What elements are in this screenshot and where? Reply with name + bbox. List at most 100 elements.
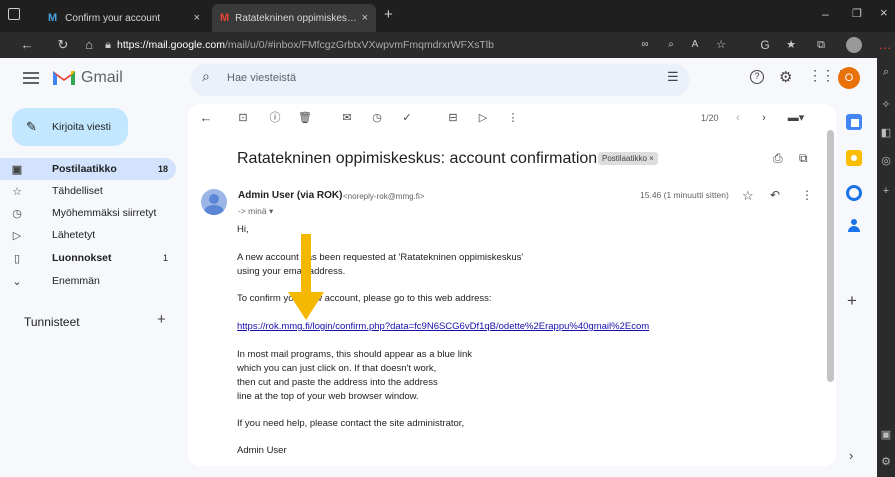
extensions-icon[interactable]: G [756, 35, 774, 55]
sidebar-item-label: Luonnokset [52, 252, 112, 264]
inbox-icon: ▣ [11, 163, 23, 176]
url-path: /mail/u/0/#inbox/FMfcgzGrbtxVXwpvmFmqmdr… [224, 39, 494, 51]
sidebar-item-snoozed[interactable]: ◷ Myöhemmäksi siirretyt [0, 202, 176, 224]
browser-tab-bar: M Confirm your account × M Ratatekninen … [0, 0, 895, 32]
star-email-icon[interactable]: ☆ [742, 188, 754, 204]
print-icon[interactable]: ⎙ [773, 151, 783, 166]
greeting: Hi, [237, 224, 249, 235]
edge-settings-icon[interactable]: ⚙ [877, 455, 895, 468]
tab-close-icon[interactable]: × [362, 12, 368, 24]
snooze-icon[interactable]: ◷ [370, 111, 384, 125]
sidebar-item-label: Myöhemmäksi siirretyt [52, 207, 157, 219]
confirmation-link[interactable]: https://rok.mmg.fi/login/confirm.php?dat… [237, 321, 649, 332]
reply-icon[interactable]: ↶ [770, 188, 780, 202]
contacts-icon[interactable] [848, 219, 860, 233]
edge-office-icon[interactable]: ◧ [877, 126, 895, 139]
tracking-icon[interactable]: ∞ [636, 35, 654, 55]
sidebar-item-sent[interactable]: ▷ Lähetetyt [0, 224, 176, 246]
label-icon[interactable]: ▷ [476, 111, 490, 125]
url-field[interactable]: https://mail.google.com/mail/u/0/#inbox/… [117, 36, 637, 54]
search-options-icon[interactable]: ☰ [667, 69, 679, 85]
add-task-icon[interactable]: ✓ [400, 111, 414, 125]
gmail-brand: Gmail [81, 69, 123, 86]
support-icon[interactable]: ? [750, 70, 764, 84]
sidebar-item-inbox[interactable]: ▣ Postilaatikko 18 [0, 158, 176, 180]
pager-text: 1/20 [701, 113, 719, 123]
recipient-line[interactable]: -> minä ▾ [238, 206, 273, 217]
send-icon: ▷ [12, 229, 22, 242]
edge-tools-icon[interactable]: ✧ [877, 98, 895, 111]
reload-icon[interactable]: ↻ [54, 35, 72, 55]
sidebar-item-more[interactable]: ⌄ Enemmän [0, 270, 176, 292]
get-addons-icon[interactable]: + [847, 291, 857, 311]
edge-outlook-icon[interactable]: ◎ [877, 154, 895, 167]
report-spam-icon[interactable]: ⓘ [268, 111, 282, 125]
input-tools-icon[interactable]: ▬▾ [786, 111, 806, 125]
account-avatar[interactable]: O [838, 67, 860, 89]
body-line: To confirm your new account, please go t… [237, 293, 492, 304]
archive-icon[interactable]: ⊡ [236, 111, 250, 125]
sidebar-item-label: Postilaatikko [52, 163, 117, 175]
more-actions-icon[interactable]: ⋮ [506, 111, 520, 125]
tab-title: Confirm your account [65, 12, 161, 24]
lock-icon[interactable]: 🔒︎ [99, 35, 117, 55]
minimize-button[interactable]: – [822, 7, 829, 21]
calendar-icon[interactable] [846, 114, 862, 130]
delete-icon[interactable]: 🗑︎ [298, 111, 312, 125]
search-icon[interactable]: ⌕ [202, 68, 210, 85]
draft-count: 1 [162, 253, 168, 263]
more-options-icon[interactable]: ⋮ [801, 188, 813, 202]
home-icon[interactable]: ⌂ [80, 35, 98, 55]
favorite-star-icon[interactable]: ☆ [712, 35, 730, 55]
more-icon[interactable]: … [876, 35, 894, 55]
label-chip[interactable]: Postilaatikko × [598, 152, 658, 165]
sender-email: <noreply-rok@mmg.fi> [343, 192, 425, 201]
close-window-button[interactable]: × [880, 5, 888, 20]
edge-sidebar [877, 58, 895, 477]
tab-title: Ratatekninen oppimiskeskus: acc [235, 12, 362, 24]
settings-gear-icon[interactable]: ⚙ [779, 68, 792, 86]
tab-confirm-account[interactable]: M Confirm your account × [40, 4, 208, 32]
profile-icon[interactable] [846, 37, 862, 53]
move-to-icon[interactable]: ⊟ [446, 111, 460, 125]
star-icon: ☆ [12, 185, 22, 198]
collections-icon[interactable]: ⧉ [812, 35, 830, 55]
sidebar-item-label: Lähetetyt [52, 229, 96, 241]
show-side-panel-icon[interactable]: › [849, 448, 853, 463]
body-line: In most mail programs, this should appea… [237, 349, 472, 360]
read-aloud-icon[interactable]: A [686, 35, 704, 55]
message-scrollbar[interactable] [827, 130, 834, 382]
mark-unread-icon[interactable]: ✉ [340, 111, 354, 125]
add-label-button[interactable]: + [157, 311, 166, 328]
clock-icon: ◷ [12, 207, 22, 220]
tab-close-icon[interactable]: × [194, 12, 200, 24]
sidebar-item-drafts[interactable]: ▯ Luonnokset 1 [0, 247, 176, 269]
search-page-icon[interactable]: ⌕ [662, 35, 680, 55]
back-icon[interactable]: ← [18, 35, 36, 55]
tab-actions-icon[interactable] [8, 8, 20, 20]
keep-icon[interactable] [846, 150, 862, 166]
newer-icon[interactable]: ‹ [731, 111, 745, 125]
maximize-button[interactable]: ❐ [852, 7, 862, 20]
chevron-down-icon: ⌄ [12, 275, 22, 288]
draft-icon: ▯ [13, 252, 21, 265]
back-to-inbox-icon[interactable]: ← [199, 111, 213, 125]
open-new-window-icon[interactable]: ⧉ [799, 151, 808, 166]
sidebar-item-label: Enemmän [52, 275, 100, 287]
gmail-logo-icon [53, 71, 75, 85]
new-tab-button[interactable]: + [384, 6, 393, 23]
edge-panel-icon[interactable]: ▣ [877, 428, 895, 441]
search-input[interactable]: Hae viesteistä [227, 72, 296, 84]
tab-gmail[interactable]: M Ratatekninen oppimiskeskus: acc × [212, 4, 376, 32]
main-menu-icon[interactable] [23, 72, 39, 84]
sidebar-item-starred[interactable]: ☆ Tähdelliset [0, 180, 176, 202]
tasks-icon[interactable] [846, 185, 862, 201]
body-line: line at the top of your web browser wind… [237, 391, 419, 402]
compose-label: Kirjoita viesti [52, 121, 111, 133]
edge-search-icon[interactable]: ⌕ [877, 66, 895, 79]
body-line: which you can just click on. If that doe… [237, 363, 437, 374]
sender-avatar [201, 189, 227, 215]
favorites-icon[interactable]: ★ [782, 35, 800, 55]
older-icon[interactable]: › [757, 111, 771, 125]
edge-add-icon[interactable]: + [877, 185, 895, 197]
